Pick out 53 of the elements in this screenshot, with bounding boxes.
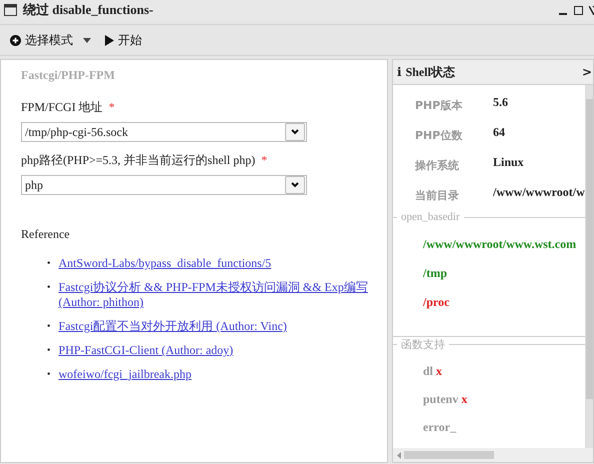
- chevron-down-icon: [291, 182, 299, 188]
- info-value: /www/wwwroot/w: [493, 185, 585, 201]
- reference-link[interactable]: AntSword-Labs/bypass_disable_functions/5: [58, 256, 272, 271]
- list-bullet: •: [47, 320, 51, 334]
- maximize-icon[interactable]: [574, 6, 583, 14]
- list-bullet: •: [47, 344, 51, 358]
- section-title: Fastcgi/PHP-FPM: [21, 68, 116, 83]
- close-icon[interactable]: [589, 6, 594, 14]
- unsupported-mark: x: [436, 364, 442, 378]
- basedir-path: /proc: [423, 295, 450, 310]
- list-bullet: •: [47, 368, 51, 382]
- field-label: FPM/FCGI 地址: [21, 100, 103, 114]
- basedir-path: /www/wwwroot/www.wst.com: [423, 237, 578, 252]
- play-icon: [105, 34, 114, 46]
- reference-link[interactable]: Fastcgi配置不当对外开放利用 (Author: Vinc): [58, 319, 287, 334]
- plus-circle-icon: [10, 34, 21, 46]
- basedir-path: /tmp: [423, 266, 448, 281]
- required-marker: *: [261, 153, 268, 167]
- field-label: php路径(PHP>=5.3, 并非当前运行的shell php): [21, 153, 256, 167]
- caret-icon: [83, 38, 91, 42]
- required-marker: *: [108, 100, 115, 114]
- horizontal-scrollbar[interactable]: [393, 448, 593, 462]
- list-bullet: •: [47, 281, 51, 295]
- reference-link[interactable]: (Author: phithon): [58, 295, 368, 310]
- info-label: PHP位数: [415, 128, 464, 143]
- window-title: 绕过 disable_functions-: [23, 1, 154, 19]
- info-value: 5.6: [493, 95, 509, 111]
- reference-link[interactable]: PHP-FastCGI-Client (Author: adoy): [58, 343, 234, 358]
- reference-title: Reference: [21, 227, 71, 242]
- select-field[interactable]: /tmp/php-cgi-56.sock: [21, 122, 307, 142]
- vertical-scrollbar[interactable]: [585, 85, 593, 448]
- function-name: dl: [423, 364, 434, 378]
- info-label: 当前目录: [415, 188, 460, 203]
- select-field[interactable]: php: [21, 175, 307, 195]
- list-bullet: •: [47, 257, 51, 271]
- info-label: 操作系统: [415, 158, 460, 173]
- collapse-toggle[interactable]: >: [582, 65, 592, 79]
- info-value: 64: [493, 125, 506, 141]
- function-name: error_: [423, 420, 456, 434]
- unsupported-mark: x: [461, 392, 468, 406]
- reference-link[interactable]: wofeiwo/fcgi_jailbreak.php: [58, 367, 192, 382]
- chevron-down-icon: [291, 129, 299, 135]
- info-label: PHP版本: [415, 98, 464, 113]
- panel-title: Shell状态: [406, 64, 455, 80]
- info-value: Linux: [493, 155, 525, 171]
- window-icon: [4, 4, 17, 16]
- mode-dropdown[interactable]: 选择模式: [8, 30, 93, 50]
- info-icon: i: [397, 65, 402, 79]
- function-name: putenv: [423, 392, 458, 406]
- group-legend: 函数支持: [397, 337, 449, 352]
- group-legend: open_basedir: [397, 211, 464, 223]
- start-button[interactable]: 开始: [103, 30, 144, 50]
- reference-link[interactable]: Fastcgi协议分析 && PHP-FPM未授权访问漏洞 && Exp编写: [58, 280, 368, 295]
